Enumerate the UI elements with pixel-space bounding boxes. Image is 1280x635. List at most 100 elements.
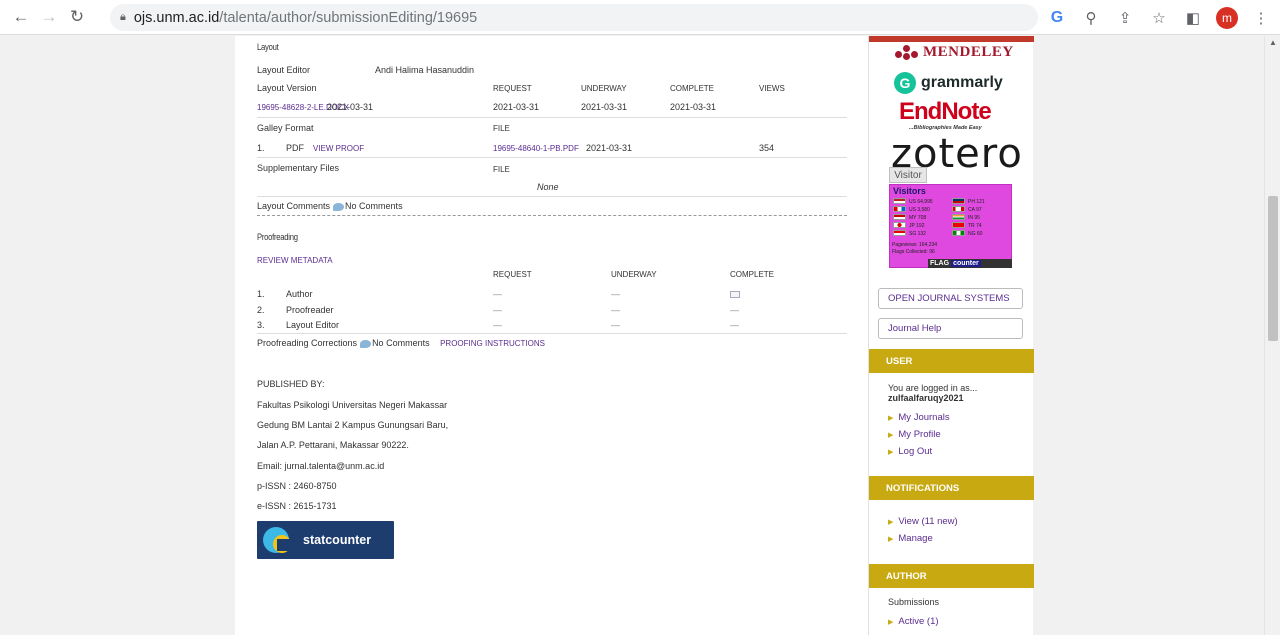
publisher-eissn: e-ISSN : 2615-1731 (257, 501, 337, 511)
forward-arrow-icon[interactable]: → (36, 4, 62, 30)
open-journal-systems-button[interactable]: OPEN JOURNAL SYSTEMS (878, 288, 1023, 309)
publisher-email: Email: jurnal.talenta@unm.ac.id (257, 461, 385, 471)
flag-sg-icon (893, 230, 906, 236)
username: zulfaalfaruqy2021 (888, 393, 964, 403)
flag-in-icon (952, 214, 965, 220)
galley-number: 1. (257, 143, 265, 153)
page-scrollbar[interactable]: ▲ (1264, 36, 1280, 635)
address-bar[interactable]: 🔒︎ ojs.unm.ac.id/talenta/author/submissi… (110, 4, 1038, 31)
flag-left-3: MY 708 (909, 215, 927, 221)
active-submissions-link[interactable]: ▶ Active (1) (888, 616, 939, 627)
galley-views: 354 (759, 143, 775, 153)
layout-header-request: REQUEST (493, 84, 532, 93)
proof-row-3-role: Layout Editor (286, 320, 340, 330)
supp-file-header: FILE (493, 165, 510, 174)
flag-left-1: US 64,995 (909, 199, 933, 205)
envelope-icon[interactable] (730, 291, 740, 299)
side-panel-icon[interactable]: ◧ (1182, 7, 1204, 29)
endnote-logo[interactable]: EndNote (899, 100, 992, 124)
flag-counter-widget[interactable]: Visitors US 64,995 US 3,580 MY 708 JP 19… (889, 184, 1012, 268)
publisher-line-2: Gedung BM Lantai 2 Kampus Gunungsari Bar… (257, 420, 449, 430)
page-viewport: Layout Layout Editor Andi Halima Hasanud… (0, 36, 1264, 635)
layout-version-complete: 2021-03-31 (670, 102, 717, 112)
url-host: ojs.unm.ac.id (133, 9, 220, 26)
author-block-header: AUTHOR (869, 564, 1034, 588)
mendeley-logo[interactable]: MENDELEY (895, 44, 1014, 61)
proof-header-underway: UNDERWAY (611, 270, 657, 279)
publisher-line-3: Jalan A.P. Pettarani, Makassar 90222. (257, 440, 409, 450)
divider (257, 196, 847, 197)
logged-in-text: You are logged in as... (888, 383, 978, 393)
google-translate-icon[interactable]: G (1046, 7, 1068, 29)
layout-header-complete: COMPLETE (670, 84, 715, 93)
layout-version-date: 2021-03-31 (327, 102, 374, 112)
flag-right-5: NG 60 (968, 231, 983, 237)
flag-left-4: JP 192 (909, 223, 925, 229)
galley-file-link[interactable]: 19695-48640-1-PB.PDF (493, 144, 579, 153)
review-metadata-link[interactable]: REVIEW METADATA (257, 256, 333, 265)
layout-version-underway: 2021-03-31 (581, 102, 628, 112)
flag-us-icon (893, 198, 906, 204)
journal-page: Layout Layout Editor Andi Halima Hasanud… (235, 36, 1034, 635)
divider (257, 117, 847, 118)
grammarly-text: grammarly (921, 74, 1003, 91)
layout-editor-label: Layout Editor (257, 65, 311, 75)
publisher-pissn: p-ISSN : 2460-8750 (257, 481, 337, 491)
divider (257, 157, 847, 158)
scroll-thumb[interactable] (1268, 196, 1278, 341)
galley-type: PDF (286, 143, 304, 153)
proof-row-2-complete: — (730, 305, 739, 315)
profile-avatar[interactable]: m (1216, 6, 1238, 29)
view-proof-link[interactable]: VIEW PROOF (313, 144, 364, 153)
notifications-manage-link[interactable]: ▶ Manage (888, 533, 933, 544)
bookmark-star-icon[interactable]: ☆ (1148, 7, 1170, 29)
layout-comments: Layout Comments No Comments (257, 201, 403, 211)
published-by: PUBLISHED BY: (257, 379, 325, 389)
my-profile-link[interactable]: ▶ My Profile (888, 429, 941, 440)
proofing-instructions-link[interactable]: PROOFING INSTRUCTIONS (440, 339, 545, 348)
notifications-view-link[interactable]: ▶ View (11 new) (888, 516, 958, 527)
share-icon[interactable]: ⇪ (1114, 7, 1136, 29)
menu-kebab-icon[interactable]: ⋮ (1250, 7, 1272, 29)
triangle-right-icon: ▶ (888, 449, 894, 456)
flag-jp-icon (893, 222, 906, 228)
reload-icon[interactable]: ↻ (64, 4, 90, 30)
comment-bubble-icon[interactable] (360, 339, 372, 348)
back-arrow-icon[interactable]: ← (8, 4, 34, 30)
journal-help-button[interactable]: Journal Help (878, 318, 1023, 339)
my-journals-link[interactable]: ▶ My Journals (888, 412, 950, 423)
visitor-tab[interactable]: Visitor (889, 167, 927, 183)
layout-version-label: Layout Version (257, 83, 317, 93)
layout-comments-value: No Comments (345, 201, 403, 211)
proof-row-3-underway: — (611, 320, 620, 330)
flag-tr-icon (952, 222, 965, 228)
proof-header-complete: COMPLETE (730, 270, 775, 279)
divider (257, 333, 847, 334)
user-block-header: USER (869, 349, 1034, 373)
publisher-line-1: Fakultas Psikologi Universitas Negeri Ma… (257, 400, 448, 410)
flag-right-3: IN 95 (968, 215, 980, 221)
statcounter-badge[interactable]: statcounter (257, 521, 394, 559)
proof-row-1-complete[interactable] (730, 289, 740, 299)
flag-counter-logo: FLAG counter (928, 259, 1012, 268)
layout-header-underway: UNDERWAY (581, 84, 627, 93)
proof-row-3-request: — (493, 320, 502, 330)
scroll-up-arrow-icon[interactable]: ▲ (1268, 38, 1278, 47)
grammarly-logo[interactable]: G grammarly (894, 72, 1003, 94)
layout-title: Layout (257, 42, 279, 52)
grammarly-g-icon: G (894, 72, 916, 94)
flag-counter-title: Visitors (893, 186, 926, 196)
proof-header-request: REQUEST (493, 270, 532, 279)
comment-bubble-icon[interactable] (333, 202, 345, 211)
flag-right-4: TR 74 (968, 223, 982, 229)
log-out-link[interactable]: ▶ Log Out (888, 446, 932, 457)
flag-ca-icon (952, 206, 965, 212)
zoom-icon[interactable]: ⚲ (1080, 7, 1102, 29)
layout-version-request: 2021-03-31 (493, 102, 540, 112)
mendeley-text: MENDELEY (923, 44, 1014, 60)
notifications-block-header: NOTIFICATIONS (869, 476, 1034, 500)
proof-row-2-role: Proofreader (286, 305, 334, 315)
flag-right-2: CA 97 (968, 207, 982, 213)
supplementary-none: None (537, 182, 559, 192)
flag-my-icon (893, 214, 906, 220)
